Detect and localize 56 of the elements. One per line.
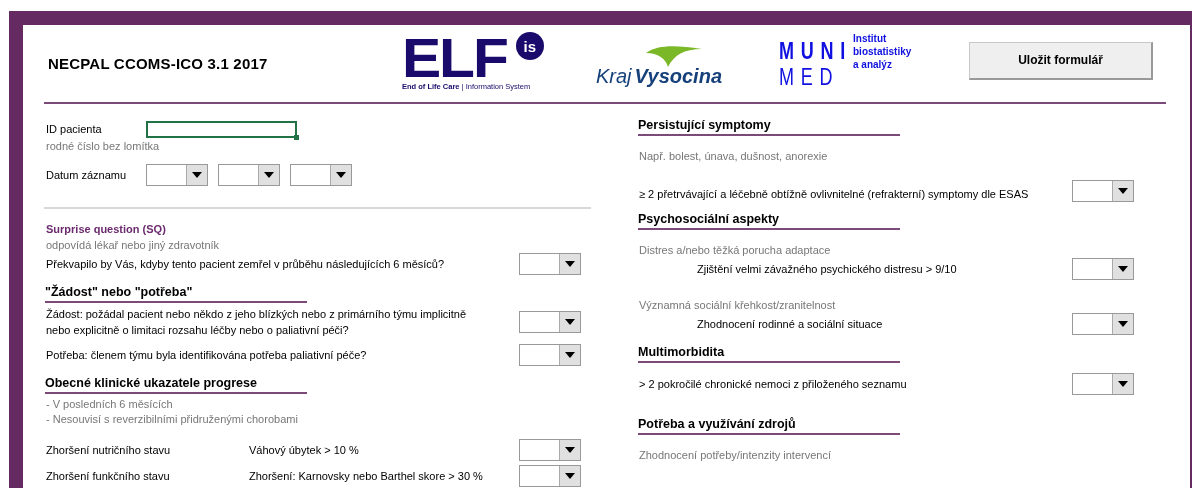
caret-icon [264, 172, 274, 178]
dropdown[interactable] [1072, 313, 1134, 335]
dropdown[interactable] [519, 465, 581, 487]
hint-text: - Nesouvisí s reverzibilními přidruženými chorobami [46, 412, 299, 427]
criterion-text: Zhodnocení rodinné a sociální situace [697, 318, 883, 330]
hint-text: - V posledních 6 měsících [46, 397, 174, 412]
dropdown[interactable] [519, 311, 581, 333]
dropdown[interactable] [290, 164, 352, 186]
hint-text: Např. bolest, únava, dušnost, anorexie [639, 149, 829, 164]
hint-text: odpovídá lékař nebo jiný zdravotník [46, 238, 221, 253]
caret-icon [336, 172, 346, 178]
caret-icon [565, 319, 575, 325]
dropdown[interactable] [1072, 373, 1134, 395]
field-label: Datum záznamu [46, 169, 128, 181]
section-heading: Persistující symptomy [638, 118, 900, 136]
region-logo: KrajVysocina [589, 45, 729, 88]
dropdown[interactable] [1072, 258, 1134, 280]
question-text: Žádost: požádal pacient nebo někdo z jeho blízkých nebo z primárního týmu implicitně nebo explicitně o limitaci rozsahu léčby nebo o paliativní péči? [46, 307, 468, 338]
save-button[interactable]: Uložit formulář [969, 41, 1153, 80]
dropdown[interactable] [519, 344, 581, 366]
dropdown[interactable] [218, 164, 280, 186]
hint-text: Významná sociální křehkost/zranitelnost [639, 298, 837, 313]
section-heading: "Žádost" nebo "potřeba" [45, 285, 307, 303]
field-label: ID pacienta [46, 123, 103, 135]
caret-icon [565, 447, 575, 453]
caret-icon [565, 473, 575, 479]
hint-text: rodné číslo bez lomítka [46, 139, 161, 154]
dropdown[interactable] [519, 253, 581, 275]
caret-icon [1118, 321, 1128, 327]
question-text: > 2 pokročilé chronické nemoci z přiloženého seznamu [639, 377, 907, 392]
section-heading: Obecné klinické ukazatele progrese [45, 376, 307, 394]
criterion-text: Zhoršení: Karnovsky nebo Barthel skore > 30 % [249, 470, 484, 482]
input-field[interactable] [146, 120, 297, 138]
caret-icon [1118, 188, 1128, 194]
form-title: NECPAL CCOMS-ICO 3.1 2017 [48, 55, 269, 72]
indicator-label: Zhoršení nutričního stavu [46, 444, 172, 456]
dropdown[interactable] [519, 439, 581, 461]
question-text: Překvapilo by Vás, kdyby tento pacient zemřel v průběhu následujících 6 měsíců? [46, 257, 445, 272]
caret-icon [192, 172, 202, 178]
dropdown[interactable] [1072, 180, 1134, 202]
section-title: Surprise question (SQ) [46, 223, 167, 235]
question-text: Potřeba: členem týmu byla identifikována potřeba paliativní péče? [46, 348, 367, 363]
hint-text: Zhodnocení potřeby/intenzity intervencí [639, 448, 832, 463]
criterion-text: Zjištění velmi závažného psychického distresu > 9/10 [697, 263, 957, 275]
section-heading: Psychosociální aspekty [638, 212, 900, 230]
caret-icon [1118, 266, 1128, 272]
caret-icon [1118, 381, 1128, 387]
hint-text: Distres a/nebo těžká porucha adaptace [639, 243, 832, 258]
indicator-label: Zhoršení funkčního stavu [46, 470, 171, 482]
caret-icon [565, 352, 575, 358]
caret-icon [565, 261, 575, 267]
criterion-text: Váhový úbytek > 10 % [249, 444, 360, 456]
section-heading: Potřeba a využívání zdrojů [638, 417, 900, 435]
question-text: ≥ 2 přetrvávající a léčebně obtížně ovlivnitelné (refrakterní) symptomy dle ESAS [639, 187, 1029, 202]
dropdown[interactable] [146, 164, 208, 186]
section-heading: Multimorbidita [638, 345, 900, 363]
